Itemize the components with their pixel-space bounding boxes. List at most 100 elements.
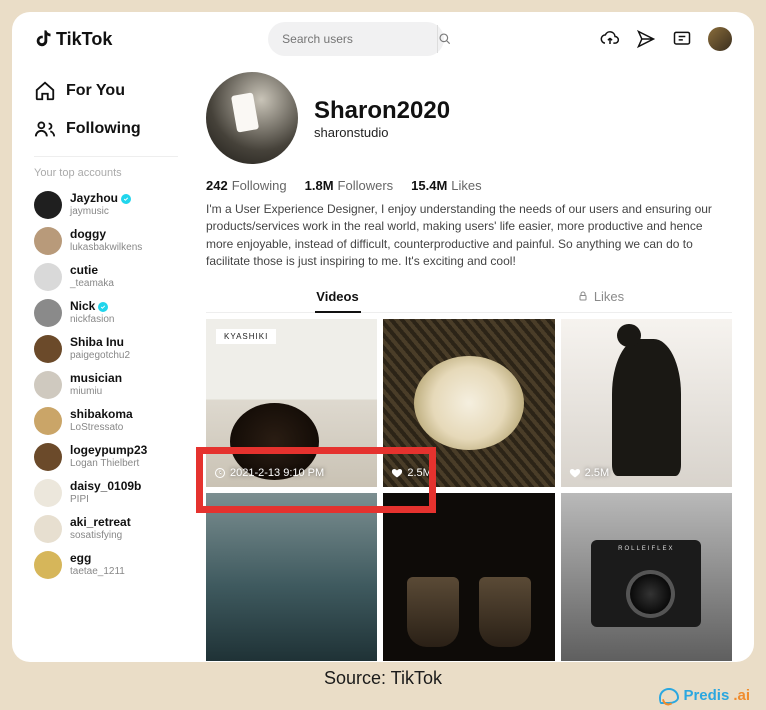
predis-text-1: Predis xyxy=(683,687,729,704)
account-name: Jayzhou xyxy=(70,192,131,206)
nav-label: For You xyxy=(66,82,125,100)
upload-icon[interactable] xyxy=(600,29,620,49)
account-handle: taetae_1211 xyxy=(70,566,125,578)
profile-username: sharonstudio xyxy=(314,125,450,140)
account-avatar xyxy=(34,371,62,399)
body: For You Following Your top accounts Jayz… xyxy=(12,62,754,662)
account-item[interactable]: Jayzhoujaymusic xyxy=(34,187,196,223)
account-item[interactable]: doggylukasbakwilkens xyxy=(34,223,196,259)
account-avatar xyxy=(34,191,62,219)
brand-text: TikTok xyxy=(56,29,112,50)
account-item[interactable]: aki_retreatsosatisfying xyxy=(34,511,196,547)
account-handle: nickfasion xyxy=(70,314,114,326)
rolleiflex-label: ROLLEIFLEX xyxy=(618,546,674,552)
video-tile[interactable]: 2.5M xyxy=(383,319,554,487)
account-avatar xyxy=(34,515,62,543)
account-avatar xyxy=(34,227,62,255)
search-input[interactable] xyxy=(282,32,437,46)
profile-tabs: Videos Likes xyxy=(206,281,732,313)
profile-header: Sharon2020 sharonstudio xyxy=(206,72,732,164)
stat-likes[interactable]: 15.4MLikes xyxy=(411,178,482,193)
video-tile[interactable]: 2021-2-13 9:10 PM xyxy=(206,319,377,487)
account-avatar xyxy=(34,551,62,579)
account-name: Nick xyxy=(70,300,114,314)
account-name: logeypump23 xyxy=(70,444,147,458)
tab-label: Videos xyxy=(316,289,358,304)
app-window: TikTok For You xyxy=(12,12,754,662)
account-item[interactable]: Nicknickfasion xyxy=(34,295,196,331)
profile-main: Sharon2020 sharonstudio 242Following 1.8… xyxy=(196,62,754,662)
stat-following[interactable]: 242Following xyxy=(206,178,287,193)
predis-watermark: Predis.ai xyxy=(659,687,750,704)
profile-bio: I'm a User Experience Designer, I enjoy … xyxy=(206,201,732,271)
profile-stats: 242Following 1.8MFollowers 15.4MLikes xyxy=(206,178,732,193)
tab-likes[interactable]: Likes xyxy=(469,281,732,312)
account-handle: Logan Thielbert xyxy=(70,458,147,470)
heart-icon xyxy=(569,467,581,479)
account-handle: lukasbakwilkens xyxy=(70,242,142,254)
stat-followers[interactable]: 1.8MFollowers xyxy=(305,178,394,193)
verified-badge-icon xyxy=(98,302,108,312)
search-button[interactable] xyxy=(437,25,452,53)
sidebar: For You Following Your top accounts Jayz… xyxy=(12,62,196,662)
account-name: Shiba Inu xyxy=(70,336,130,350)
account-name: doggy xyxy=(70,228,142,242)
search-icon xyxy=(438,32,452,46)
account-name: musician xyxy=(70,372,122,386)
predis-text-2: .ai xyxy=(733,687,750,704)
verified-badge-icon xyxy=(121,194,131,204)
heart-icon xyxy=(391,467,403,479)
account-handle: sosatisfying xyxy=(70,530,131,542)
source-caption: Source: TikTok xyxy=(0,668,766,689)
account-handle: paigegotchu2 xyxy=(70,350,130,362)
account-item[interactable]: daisy_0109bPIPI xyxy=(34,475,196,511)
account-avatar xyxy=(34,443,62,471)
accounts-list: Jayzhoujaymusicdoggylukasbakwilkenscutie… xyxy=(34,187,196,583)
account-handle: _teamaka xyxy=(70,278,114,290)
account-avatar xyxy=(34,299,62,327)
video-grid: 2021-2-13 9:10 PM 2.5M 2.5M xyxy=(206,319,732,661)
account-avatar xyxy=(34,335,62,363)
account-item[interactable]: Shiba Inupaigegotchu2 xyxy=(34,331,196,367)
search-box[interactable] xyxy=(268,22,444,56)
video-tile[interactable]: 2.5M xyxy=(561,319,732,487)
account-name: daisy_0109b xyxy=(70,480,141,494)
clock-icon xyxy=(214,467,226,479)
profile-name-block: Sharon2020 sharonstudio xyxy=(314,97,450,140)
tile-overlay: 2021-2-13 9:10 PM xyxy=(214,467,324,479)
account-handle: miumiu xyxy=(70,386,122,398)
divider xyxy=(34,156,178,157)
account-item[interactable]: eggtaetae_1211 xyxy=(34,547,196,583)
account-item[interactable]: logeypump23Logan Thielbert xyxy=(34,439,196,475)
tab-videos[interactable]: Videos xyxy=(206,281,469,312)
current-user-avatar[interactable] xyxy=(708,27,732,51)
account-handle: PIPI xyxy=(70,494,141,506)
video-tile[interactable] xyxy=(206,493,377,661)
nav-following[interactable]: Following xyxy=(34,110,196,148)
account-name: aki_retreat xyxy=(70,516,131,530)
account-name: cutie xyxy=(70,264,114,278)
top-accounts-heading: Your top accounts xyxy=(34,167,196,179)
account-item[interactable]: musicianmiumiu xyxy=(34,367,196,403)
video-tile[interactable] xyxy=(383,493,554,661)
account-handle: LoStressato xyxy=(70,422,133,434)
tile-overlay: 2.5M xyxy=(391,467,431,479)
video-tile[interactable]: ROLLEIFLEX xyxy=(561,493,732,661)
profile-avatar[interactable] xyxy=(206,72,298,164)
tiktok-logo[interactable]: TikTok xyxy=(34,29,112,50)
account-avatar xyxy=(34,263,62,291)
account-item[interactable]: shibakomaLoStressato xyxy=(34,403,196,439)
account-handle: jaymusic xyxy=(70,206,131,218)
inbox-icon[interactable] xyxy=(672,29,692,49)
account-item[interactable]: cutie_teamaka xyxy=(34,259,196,295)
predis-bubble-icon xyxy=(659,688,679,704)
tiktok-note-icon xyxy=(34,29,52,49)
profile-display-name: Sharon2020 xyxy=(314,97,450,125)
tile-overlay: 2.5M xyxy=(569,467,609,479)
account-name: egg xyxy=(70,552,125,566)
home-icon xyxy=(34,80,56,102)
nav-for-you[interactable]: For You xyxy=(34,72,196,110)
tab-label: Likes xyxy=(594,289,624,304)
account-avatar xyxy=(34,407,62,435)
send-icon[interactable] xyxy=(636,29,656,49)
